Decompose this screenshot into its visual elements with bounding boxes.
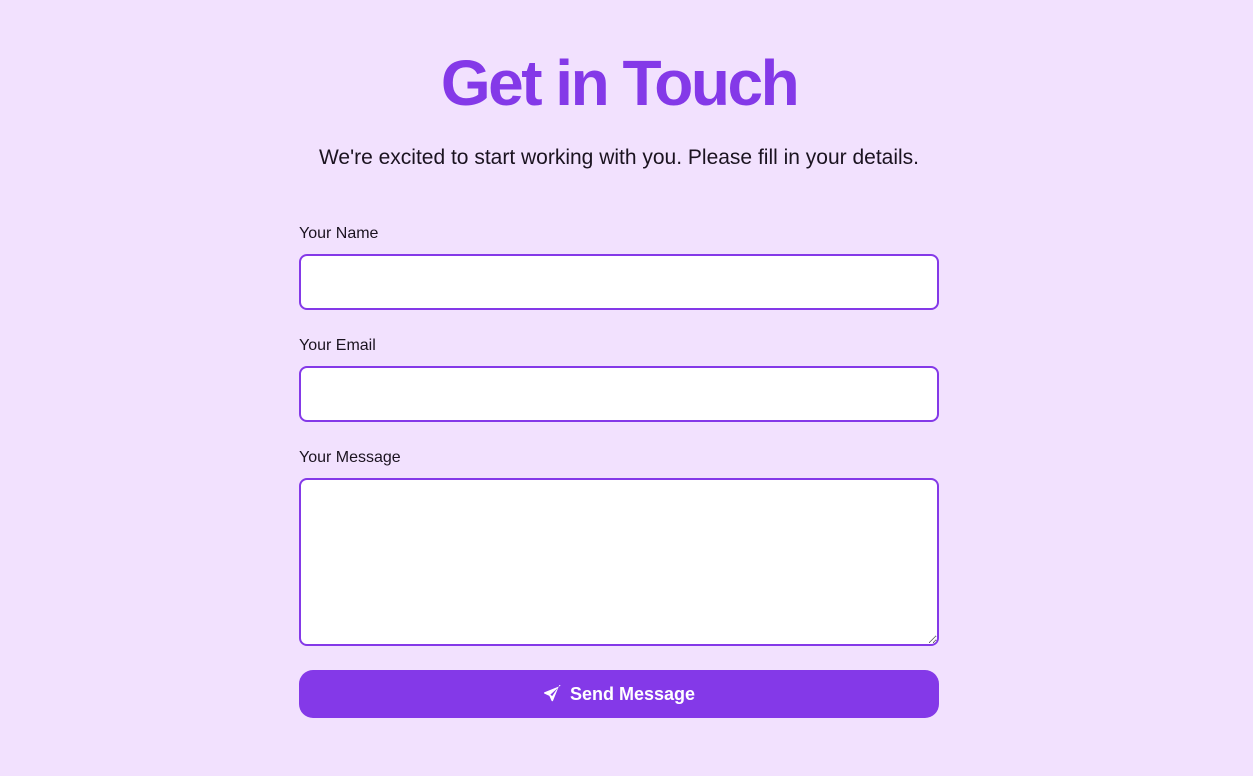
message-textarea[interactable] [299, 478, 939, 646]
contact-page: Get in Touch We're excited to start work… [0, 0, 1253, 776]
page-subtitle: We're excited to start working with you.… [318, 146, 920, 169]
contact-form: Your Name Your Email Your Message Send M… [299, 222, 939, 718]
email-label: Your Email [299, 337, 376, 354]
page-title: Get in Touch [440, 47, 800, 119]
name-input[interactable] [299, 254, 939, 310]
email-input[interactable] [299, 366, 939, 422]
send-message-label: Send Message [569, 683, 696, 704]
paper-plane-icon [543, 684, 562, 704]
message-label: Your Message [299, 449, 401, 466]
name-label: Your Name [299, 225, 379, 242]
send-message-button[interactable]: Send Message [299, 670, 939, 718]
